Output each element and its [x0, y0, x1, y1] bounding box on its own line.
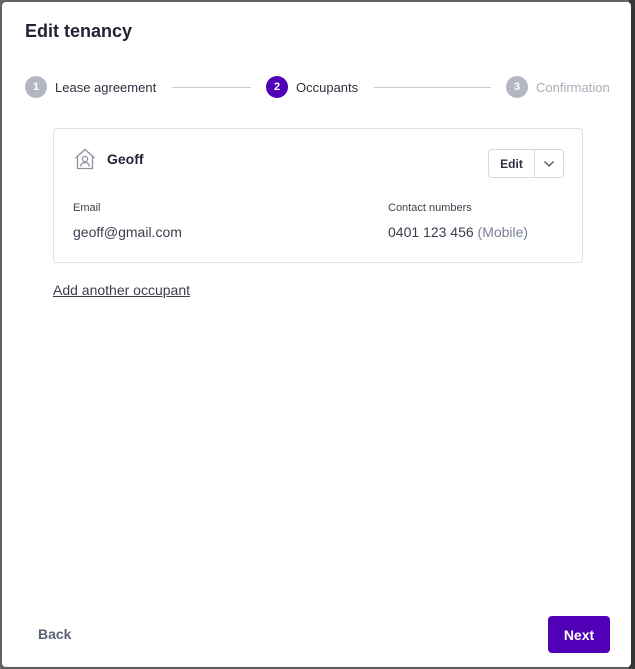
email-label: Email: [73, 202, 101, 214]
chevron-down-icon: [544, 160, 554, 167]
step-label: Confirmation: [536, 79, 610, 95]
email-value: geoff@gmail.com: [73, 224, 182, 240]
modal-title: Edit tenancy: [25, 21, 133, 41]
step-label: Occupants: [296, 79, 359, 95]
step-number: 1: [25, 76, 47, 98]
phone-type: (Mobile): [477, 224, 529, 240]
contact-numbers-label: Contact numbers: [388, 202, 472, 214]
step-lease-agreement[interactable]: 1 Lease agreement: [25, 76, 156, 98]
house-person-icon: [73, 147, 97, 171]
occupant-name: Geoff: [107, 151, 144, 167]
step-label: Lease agreement: [55, 79, 157, 95]
occupant-actions-split-button: Edit: [488, 149, 564, 178]
next-button[interactable]: Next: [548, 616, 610, 653]
add-another-occupant-link[interactable]: Add another occupant: [53, 282, 190, 298]
step-connector: [374, 87, 491, 88]
step-occupants[interactable]: 2 Occupants: [266, 76, 358, 98]
edit-tenancy-modal: Edit tenancy 1 Lease agreement 2 Occupan…: [2, 2, 631, 667]
step-connector: [172, 87, 251, 88]
occupant-actions-dropdown[interactable]: [535, 150, 563, 177]
phone-number: 0401 123 456: [388, 224, 474, 240]
step-number: 3: [506, 76, 528, 98]
contact-number-value: 0401 123 456 (Mobile): [388, 224, 528, 240]
back-button[interactable]: Back: [38, 626, 71, 642]
step-confirmation: 3 Confirmation: [506, 76, 610, 98]
step-number: 2: [266, 76, 288, 98]
stepper: 1 Lease agreement 2 Occupants 3 Confirma…: [25, 76, 611, 98]
edit-occupant-button[interactable]: Edit: [489, 150, 535, 177]
occupant-card: Geoff Edit Email geoff@gmail.com Contact…: [53, 128, 583, 263]
